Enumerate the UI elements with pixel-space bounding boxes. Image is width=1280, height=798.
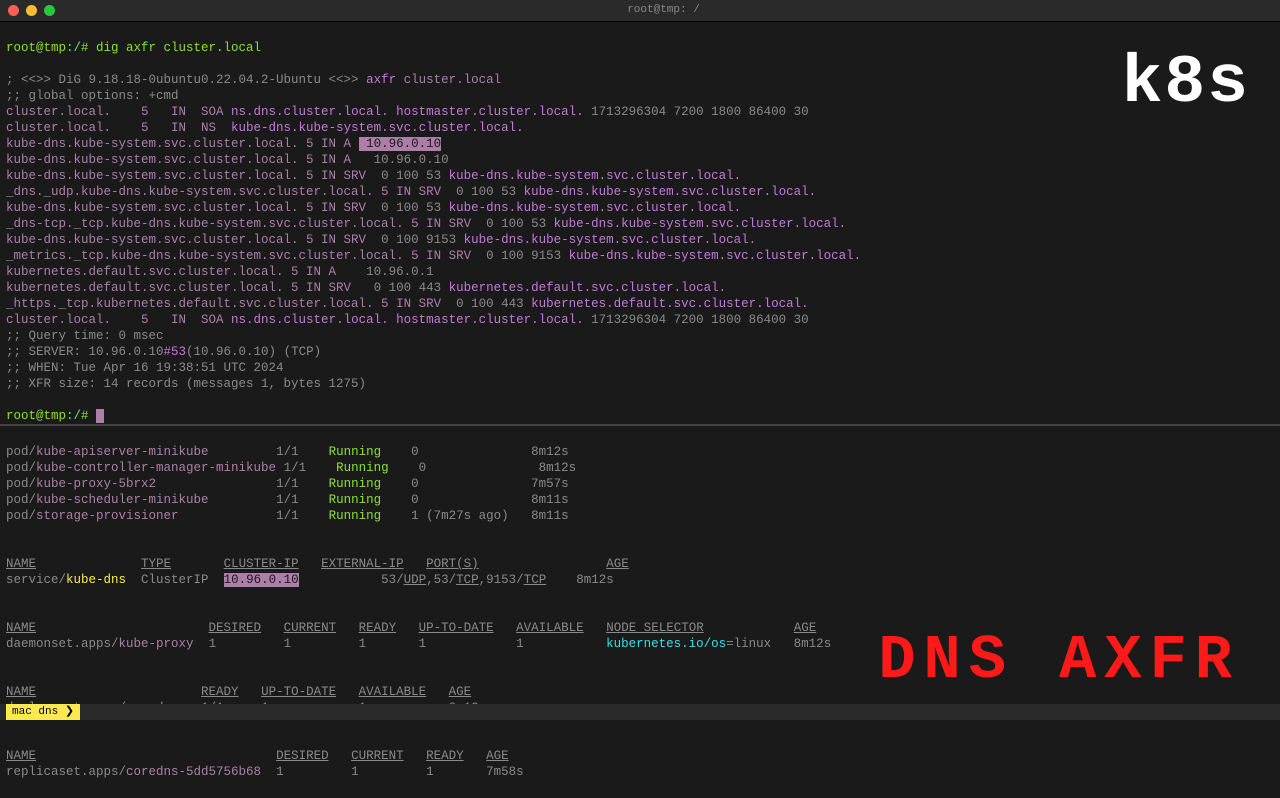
dig-footer-server: ;; SERVER: 10.96.0.10	[6, 345, 164, 359]
terminal-pane-bottom[interactable]: pod/kube-apiserver-minikube 1/1 Running …	[0, 426, 1280, 798]
pod-list: pod/kube-apiserver-minikube 1/1 Running …	[6, 444, 1274, 524]
shell-prompt: root@tmp:/# dig axfr cluster.local	[6, 41, 261, 55]
close-icon[interactable]	[8, 5, 19, 16]
replicaset-table: NAME DESIRED CURRENT READY AGE replicase…	[6, 732, 1274, 780]
overlay-text-k8s: k8s	[1122, 40, 1250, 127]
dig-header: ; <<>> DiG 9.18.18-0ubuntu0.22.04.2-Ubun…	[6, 73, 366, 87]
statusbar-session: mac dns ❯	[6, 704, 80, 720]
tmux-statusbar: mac dns ❯	[0, 704, 1280, 720]
dig-footer-qtime: ;; Query time: 0 msec	[6, 329, 164, 343]
zoom-icon[interactable]	[44, 5, 55, 16]
dig-footer-when: ;; WHEN: Tue Apr 16 19:38:51 UTC 2024	[6, 361, 284, 375]
dig-options: ;; global options: +cmd	[6, 89, 179, 103]
dig-records: cluster.local. 5 IN SOA ns.dns.cluster.l…	[6, 104, 1274, 328]
dig-server-port: #53	[164, 345, 187, 359]
dig-footer-xfr: ;; XFR size: 14 records (messages 1, byt…	[6, 377, 366, 391]
cursor	[96, 409, 104, 423]
overlay-text-dns: DNS AXFR	[878, 621, 1240, 700]
terminal-pane-top[interactable]: root@tmp:/# dig axfr cluster.local ; <<>…	[0, 22, 1280, 424]
traffic-lights	[8, 5, 55, 16]
window-title: root@tmp: /	[55, 3, 1272, 17]
service-table: NAME TYPE CLUSTER-IP EXTERNAL-IP PORT(S)…	[6, 540, 1274, 588]
minimize-icon[interactable]	[26, 5, 37, 16]
dig-zone: cluster.local	[404, 73, 502, 87]
dig-query: axfr	[366, 73, 396, 87]
window-titlebar: root@tmp: /	[0, 0, 1280, 22]
dig-server-suffix: (10.96.0.10) (TCP)	[186, 345, 321, 359]
shell-prompt-idle: root@tmp:/#	[6, 409, 96, 423]
